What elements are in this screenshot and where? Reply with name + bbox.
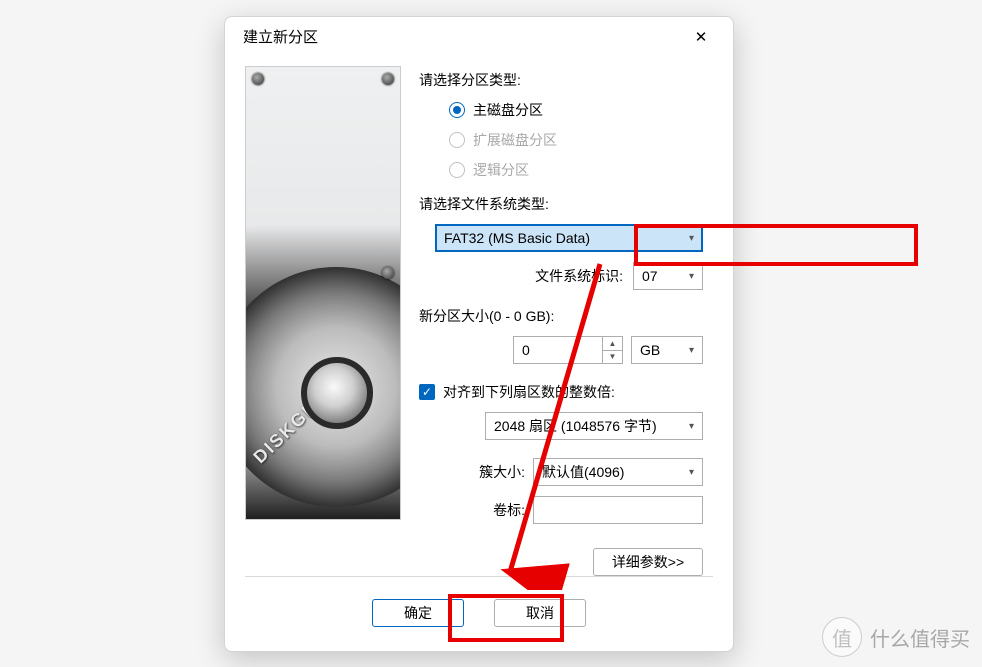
- screw-icon: [252, 73, 264, 85]
- dialog-footer: 确定 取消: [225, 577, 733, 651]
- ok-button[interactable]: 确定: [372, 599, 464, 627]
- checkbox-checked-icon: ✓: [419, 384, 435, 400]
- close-button[interactable]: ✕: [681, 21, 721, 53]
- chevron-down-icon: ▼: [603, 351, 622, 364]
- screw-icon: [382, 73, 394, 85]
- chevron-up-icon: ▲: [603, 337, 622, 351]
- form-area: 请选择分区类型: 主磁盘分区 扩展磁盘分区 逻辑分区 请选择文件系统类型: FA…: [419, 66, 713, 576]
- radio-icon: [449, 162, 465, 178]
- size-value: 0: [522, 342, 530, 358]
- chevron-down-icon: ▾: [689, 271, 694, 282]
- close-icon: ✕: [695, 28, 708, 46]
- radio-extended[interactable]: 扩展磁盘分区: [449, 130, 713, 150]
- cancel-button[interactable]: 取消: [494, 599, 586, 627]
- size-unit: GB: [640, 342, 660, 358]
- titlebar: 建立新分区 ✕: [225, 17, 733, 56]
- new-partition-dialog: 建立新分区 ✕ DISKGENIUS 请选择分区类型: 主磁盘分区 扩展磁盘分区: [224, 16, 734, 652]
- radio-label: 逻辑分区: [473, 160, 529, 180]
- align-label: 对齐到下列扇区数的整数倍:: [443, 382, 615, 402]
- cluster-value: 默认值(4096): [542, 462, 624, 482]
- radio-primary[interactable]: 主磁盘分区: [449, 100, 713, 120]
- align-select[interactable]: 2048 扇区 (1048576 字节) ▾: [485, 412, 703, 440]
- size-input[interactable]: 0 ▲ ▼: [513, 336, 623, 364]
- radio-label: 主磁盘分区: [473, 100, 543, 120]
- chevron-down-icon: ▾: [689, 421, 694, 432]
- cluster-label: 簇大小:: [479, 462, 525, 482]
- filesystem-type-label: 请选择文件系统类型:: [419, 194, 713, 214]
- radio-label: 扩展磁盘分区: [473, 130, 557, 150]
- fsid-value: 07: [642, 268, 658, 284]
- hard-disk-illustration: DISKGENIUS: [245, 66, 401, 520]
- fsid-select[interactable]: 07 ▾: [633, 262, 703, 290]
- radio-logical[interactable]: 逻辑分区: [449, 160, 713, 180]
- chevron-down-icon: ▾: [689, 233, 694, 244]
- screw-icon: [382, 267, 394, 279]
- filesystem-value: FAT32 (MS Basic Data): [444, 230, 590, 246]
- radio-icon: [449, 132, 465, 148]
- chevron-down-icon: ▾: [689, 467, 694, 478]
- radio-icon: [449, 102, 465, 118]
- partition-type-group: 主磁盘分区 扩展磁盘分区 逻辑分区: [419, 100, 713, 180]
- dialog-body: DISKGENIUS 请选择分区类型: 主磁盘分区 扩展磁盘分区 逻辑分区: [225, 56, 733, 576]
- partition-type-label: 请选择分区类型:: [419, 70, 713, 90]
- align-checkbox-row[interactable]: ✓ 对齐到下列扇区数的整数倍:: [419, 382, 713, 402]
- volume-label: 卷标:: [493, 500, 525, 520]
- spinner[interactable]: ▲ ▼: [602, 337, 622, 363]
- watermark-icon: 值: [822, 617, 862, 657]
- size-label: 新分区大小(0 - 0 GB):: [419, 306, 713, 326]
- brand-text: DISKGENIUS: [249, 361, 359, 468]
- dialog-title: 建立新分区: [243, 26, 318, 47]
- fsid-label: 文件系统标识:: [535, 266, 623, 286]
- size-unit-select[interactable]: GB ▾: [631, 336, 703, 364]
- align-value: 2048 扇区 (1048576 字节): [494, 416, 657, 436]
- chevron-down-icon: ▾: [689, 345, 694, 356]
- volume-input[interactable]: [533, 496, 703, 524]
- watermark-text: 什么值得买: [870, 623, 970, 652]
- details-button[interactable]: 详细参数>>: [593, 548, 703, 576]
- cluster-select[interactable]: 默认值(4096) ▾: [533, 458, 703, 486]
- filesystem-select[interactable]: FAT32 (MS Basic Data) ▾: [435, 224, 703, 252]
- watermark: 值 什么值得买: [822, 617, 970, 657]
